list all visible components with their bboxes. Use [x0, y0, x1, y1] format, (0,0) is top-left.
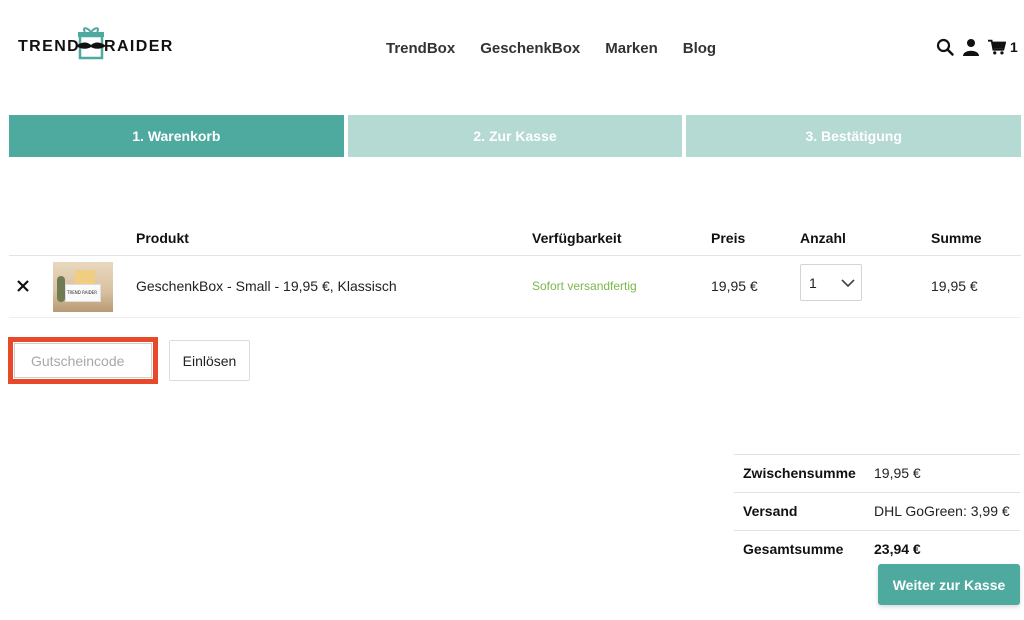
header-quantity: Anzahl	[800, 230, 846, 246]
header-icons: 1	[936, 38, 1018, 56]
thumbnail-label: TREND RAIDER	[67, 290, 98, 295]
thumbnail-plant	[57, 276, 65, 302]
step-cart: 1. Warenkorb	[9, 115, 344, 157]
coupon-code-input[interactable]	[14, 343, 152, 378]
subtotal-value: 19,95 €	[874, 465, 921, 481]
cart-icon[interactable]	[988, 38, 1006, 56]
header-sum: Summe	[931, 230, 982, 246]
nav-item-trendbox[interactable]: TrendBox	[386, 40, 455, 57]
quantity-select[interactable]: 1	[800, 264, 862, 301]
site-header: TREND RAIDER TrendBox GeschenkBox Marken…	[0, 0, 1024, 96]
total-row: Gesamtsumme 23,94 €	[734, 530, 1020, 566]
remove-item-icon[interactable]	[15, 278, 31, 294]
product-thumbnail[interactable]: TREND RAIDER	[53, 262, 113, 312]
thumbnail-lid	[75, 270, 95, 284]
total-label: Gesamtsumme	[743, 541, 844, 557]
search-icon[interactable]	[936, 38, 954, 56]
product-price: 19,95 €	[711, 278, 758, 294]
nav-item-blog[interactable]: Blog	[683, 40, 716, 57]
total-value: 23,94 €	[874, 541, 921, 557]
cart-count-badge[interactable]: 1	[1010, 39, 1018, 55]
subtotal-label: Zwischensumme	[743, 465, 856, 481]
product-name[interactable]: GeschenkBox - Small - 19,95 €, Klassisch	[136, 278, 397, 294]
main-nav: TrendBox GeschenkBox Marken Blog	[386, 40, 716, 57]
shipping-label: Versand	[743, 503, 798, 519]
row-sum: 19,95 €	[931, 278, 978, 294]
trendraider-logo[interactable]: TREND RAIDER	[18, 24, 178, 64]
nav-item-geschenkbox[interactable]: GeschenkBox	[480, 40, 580, 57]
nav-item-marken[interactable]: Marken	[605, 40, 658, 57]
header-price: Preis	[711, 230, 746, 246]
shipping-row: Versand DHL GoGreen: 3,99 €	[734, 492, 1020, 530]
proceed-to-checkout-button[interactable]: Weiter zur Kasse	[878, 564, 1020, 605]
redeem-coupon-button[interactable]: Einlösen	[169, 340, 250, 381]
step-checkout[interactable]: 2. Zur Kasse	[347, 115, 683, 157]
checkout-steps: 1. Warenkorb 2. Zur Kasse 3. Bestätigung	[9, 115, 1022, 157]
subtotal-row: Zwischensumme 19,95 €	[734, 454, 1020, 492]
user-icon[interactable]	[962, 38, 980, 56]
chevron-down-icon	[841, 279, 855, 288]
cart-table-header: Produkt Verfügbarkeit Preis Anzahl Summe	[9, 230, 1021, 256]
step-confirmation: 3. Bestätigung	[686, 115, 1022, 157]
gift-box-logo-icon	[76, 27, 106, 60]
logo-text-left: TREND	[18, 38, 81, 55]
availability-status: Sofort versandfertig	[532, 279, 637, 293]
header-product: Produkt	[136, 230, 189, 246]
cart-totals: Zwischensumme 19,95 € Versand DHL GoGree…	[734, 454, 1020, 566]
logo-text-right: RAIDER	[104, 38, 174, 55]
shipping-value: DHL GoGreen: 3,99 €	[874, 503, 1010, 519]
table-row: TREND RAIDER GeschenkBox - Small - 19,95…	[9, 256, 1021, 318]
quantity-value: 1	[809, 275, 817, 291]
header-availability: Verfügbarkeit	[532, 230, 622, 246]
